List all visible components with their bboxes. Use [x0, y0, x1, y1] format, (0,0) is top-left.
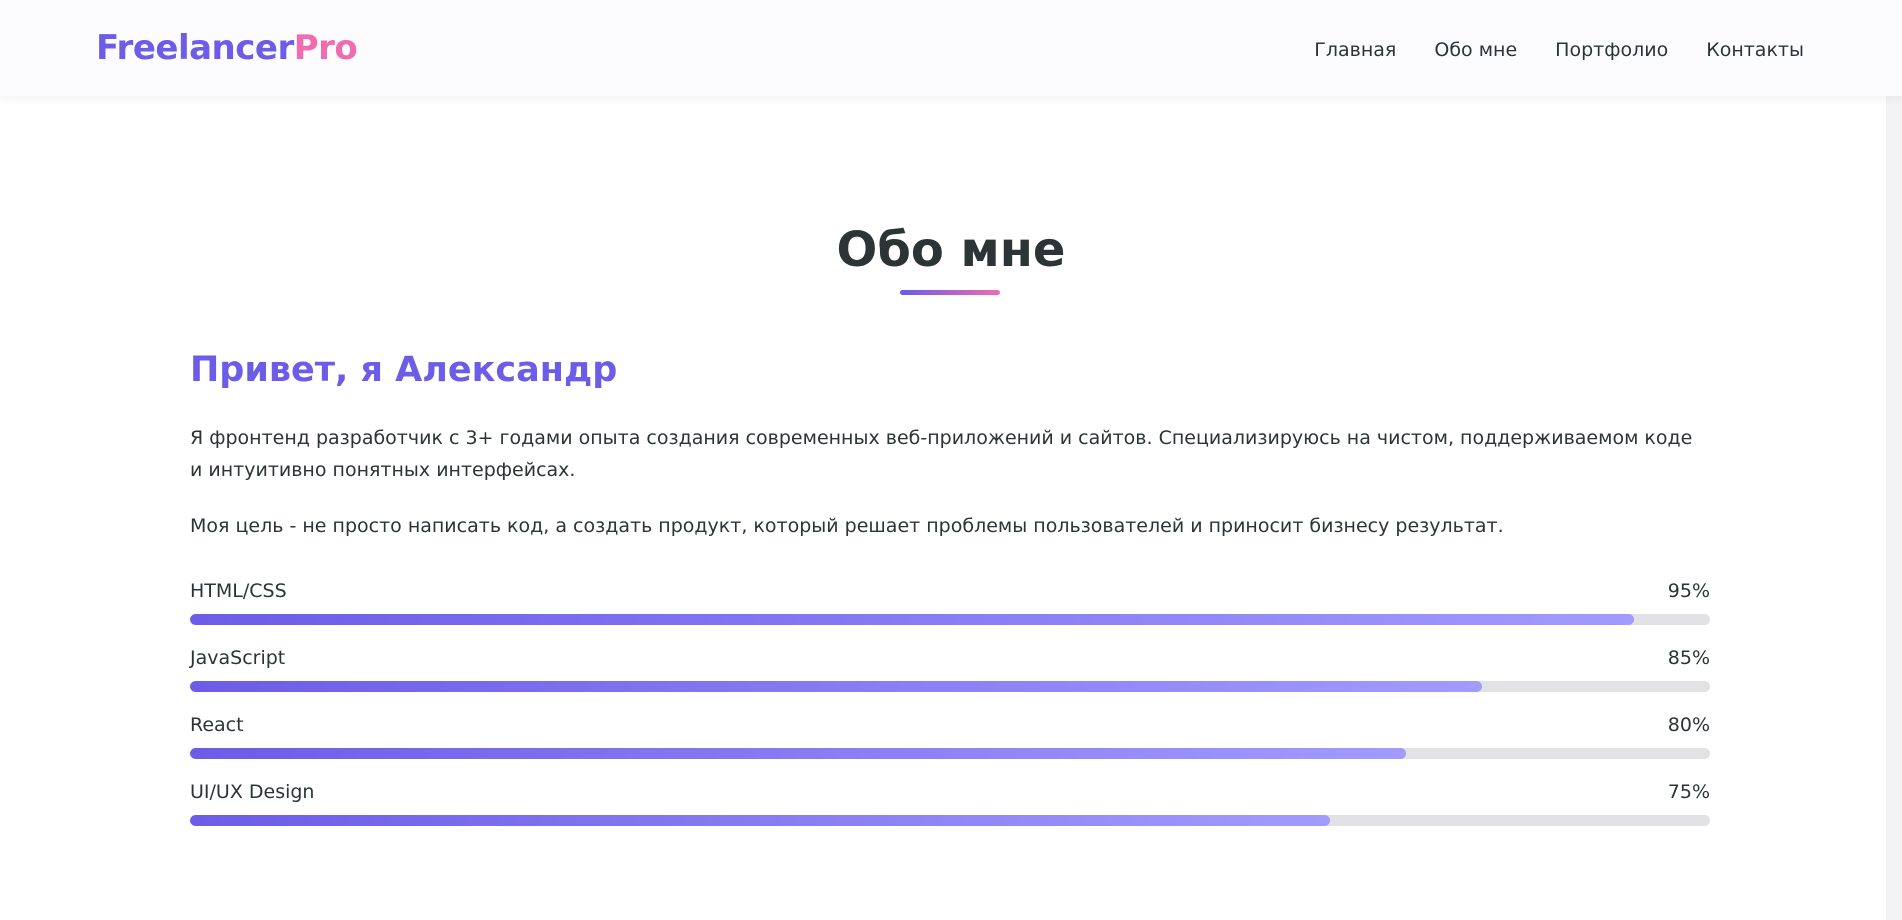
nav-link-contacts[interactable]: Контакты [1706, 39, 1804, 61]
site-header: FreelancerPro Главная Обо мне Портфолио … [0, 0, 1902, 96]
about-content: Привет, я Александр Я фронтенд разработч… [190, 350, 1710, 848]
progress-track [190, 681, 1710, 692]
skill-name: JavaScript [190, 647, 286, 669]
skill-percent: 85% [1667, 647, 1710, 669]
nav-link-about[interactable]: Обо мне [1434, 39, 1517, 61]
progress-track [190, 815, 1710, 826]
greeting-heading: Привет, я Александр [190, 350, 618, 390]
section-title: Обо мне [836, 222, 1066, 278]
logo-part-pro: Pro [293, 28, 358, 68]
scrollbar[interactable] [1886, 0, 1902, 920]
about-paragraph-1: Я фронтенд разработчик с 3+ годами опыта… [190, 427, 1693, 481]
progress-track [190, 748, 1710, 759]
skill-react: React 80% [190, 714, 1710, 759]
skills-list: HTML/CSS 95% JavaScript 85% React 80% UI… [190, 580, 1710, 826]
page: FreelancerPro Главная Обо мне Портфолио … [0, 0, 1902, 920]
skill-name: UI/UX Design [190, 781, 315, 803]
logo[interactable]: FreelancerPro [96, 28, 358, 68]
skill-html-css: HTML/CSS 95% [190, 580, 1710, 625]
logo-part-freelancer: Freelancer [96, 28, 294, 68]
progress-track [190, 614, 1710, 625]
main-nav: Главная Обо мне Портфолио Контакты [1314, 0, 1804, 100]
title-underline [900, 290, 1000, 295]
progress-fill [190, 614, 1634, 625]
nav-link-home[interactable]: Главная [1314, 39, 1396, 61]
skill-percent: 80% [1667, 714, 1710, 736]
skill-percent: 95% [1667, 580, 1710, 602]
skill-header: UI/UX Design 75% [190, 781, 1710, 803]
skill-header: React 80% [190, 714, 1710, 736]
skill-name: HTML/CSS [190, 580, 287, 602]
skill-header: JavaScript 85% [190, 647, 1710, 669]
progress-fill [190, 748, 1406, 759]
skill-ui-ux-design: UI/UX Design 75% [190, 781, 1710, 826]
progress-fill [190, 815, 1330, 826]
skill-javascript: JavaScript 85% [190, 647, 1710, 692]
skill-header: HTML/CSS 95% [190, 580, 1710, 602]
skill-name: React [190, 714, 244, 736]
about-paragraph-2: Моя цель - не просто написать код, а соз… [190, 515, 1504, 537]
skill-percent: 75% [1667, 781, 1710, 803]
progress-fill [190, 681, 1482, 692]
nav-link-portfolio[interactable]: Портфолио [1555, 39, 1668, 61]
